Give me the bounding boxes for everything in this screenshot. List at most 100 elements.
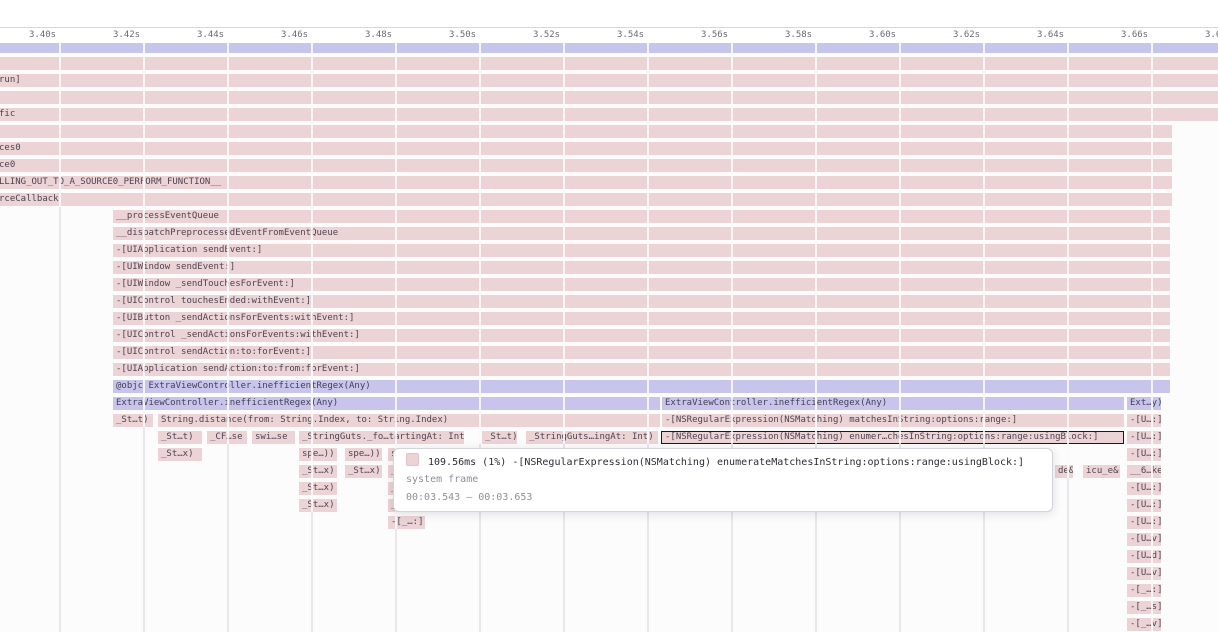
stack-frame[interactable]: __processEventQueue	[113, 210, 1170, 223]
time-tick-label: 3.42s	[113, 29, 139, 42]
stack-frame[interactable]: -[UIButton _sendActionsForEvents:withEve…	[113, 312, 1170, 325]
stack-frame[interactable]	[0, 43, 1218, 53]
stack-frame[interactable]: icu_e&)	[1083, 465, 1120, 478]
tooltip-title: 109.56ms (1%) -[NSRegularExpression(NSMa…	[406, 453, 1040, 471]
gridline-frame-gap	[59, 43, 61, 207]
stack-frame[interactable]: -[UIApplication sendEvent:]	[113, 244, 1170, 257]
flame-row: LLING_OUT_TO_A_SOURCE0_PERFORM_FUNCTION_…	[0, 176, 1218, 189]
stack-frame[interactable]: -[UIControl _sendActionsForEvents:withEv…	[113, 329, 1170, 342]
stack-frame[interactable]: spe…))	[299, 448, 337, 461]
stack-frame[interactable]: -[_…:]	[1127, 584, 1161, 597]
flame-row: -[UIControl _sendActionsForEvents:withEv…	[0, 329, 1218, 342]
stack-frame[interactable]: _St…t)	[113, 414, 153, 427]
stack-frame[interactable]: ce0	[0, 159, 1172, 172]
time-tick-label: 3.50s	[449, 29, 475, 42]
stack-frame[interactable]: -[U…v]	[1127, 567, 1161, 580]
flame-row: -[U…v]	[0, 567, 1218, 580]
gridline-frame-gap	[311, 43, 313, 512]
stack-frame[interactable]: -[U…:]	[1127, 499, 1161, 512]
time-tick-label: 3.58s	[785, 29, 811, 42]
gridline-frame-gap	[479, 43, 481, 444]
stack-frame[interactable]: -[U…:]	[1127, 516, 1161, 529]
tooltip-duration: 109.56ms (1%)	[428, 457, 506, 468]
stack-frame[interactable]: ExtraViewController.inefficientRegex(Any…	[113, 397, 660, 410]
flame-graph-area: run] fic ces0 ce0 LLING_OUT_TO_A_SOURCE0_PER…	[0, 43, 1218, 632]
stack-frame[interactable]: -[UIWindow _sendTouchesForEvent:]	[113, 278, 1170, 291]
time-tick-label: 3.54s	[617, 29, 643, 42]
flame-row: -[_…v]	[0, 618, 1218, 631]
flame-row: -[_…s]	[0, 601, 1218, 614]
gridline-frame-gap	[1151, 43, 1153, 632]
time-ruler[interactable]: 3.40s3.42s3.44s3.46s3.48s3.50s3.52s3.54s…	[0, 28, 1218, 43]
tooltip-symbol: -[NSRegularExpression(NSMatching) enumer…	[512, 457, 1024, 468]
gridline-frame-gap	[815, 43, 817, 444]
stack-frame[interactable]: __dispatchPreprocessedEventFromEventQueu…	[113, 227, 1170, 240]
stack-frame[interactable]: -[_…s]	[1127, 601, 1161, 614]
time-tick-label: 3.60s	[869, 29, 895, 42]
stack-frame[interactable]: __6…ke	[1127, 465, 1161, 478]
stack-frame[interactable]: _St…x)	[345, 465, 382, 478]
frame-color-swatch-icon	[406, 453, 419, 466]
stack-frame[interactable]: -[UIControl touchesEnded:withEvent:]	[113, 295, 1170, 308]
stack-frame[interactable]: LLING_OUT_TO_A_SOURCE0_PERFORM_FUNCTION_…	[0, 176, 1172, 189]
stack-frame[interactable]: swi…se	[252, 431, 295, 444]
stack-frame[interactable]: -[UIWindow sendEvent:]	[113, 261, 1170, 274]
stack-frame[interactable]: -[_…v]	[1127, 618, 1161, 631]
time-tick-label: 3.64s	[1037, 29, 1063, 42]
tooltip-time-range: 00:03.543 — 00:03.653	[406, 489, 1040, 507]
stack-frame[interactable]: -[U…:]	[1127, 431, 1161, 444]
stack-frame[interactable]: _St…t)	[482, 431, 517, 444]
stack-frame[interactable]: _St…t)	[158, 431, 202, 444]
time-tick-label: 3.68s	[1205, 29, 1218, 42]
stack-frame[interactable]: _StringGuts._fo…tartingAt: Int)	[299, 431, 464, 444]
stack-frame[interactable]: _St…x)	[299, 482, 337, 495]
flame-row: -[UIApplication sendAction:to:from:forEv…	[0, 363, 1218, 376]
stack-frame[interactable]: fic	[0, 108, 1218, 121]
flame-row: -[UIControl touchesEnded:withEvent:]	[0, 295, 1218, 308]
stack-frame[interactable]	[0, 57, 1218, 70]
gridline-frame-gap	[143, 43, 145, 427]
track-header-strip	[0, 0, 1218, 28]
stack-frame[interactable]: _St…x)	[299, 465, 337, 478]
flame-row: -[UIWindow sendEvent:]	[0, 261, 1218, 274]
stack-frame[interactable]: _St…x)	[299, 499, 337, 512]
gridline-frame-gap	[899, 43, 901, 444]
stack-frame[interactable]: ces0	[0, 142, 1172, 155]
stack-frame[interactable]	[0, 125, 1172, 138]
time-tick-label: 3.48s	[365, 29, 391, 42]
flame-row: rceCallback	[0, 193, 1218, 206]
stack-frame[interactable]: de&)	[1055, 465, 1073, 478]
flame-row: __dispatchPreprocessedEventFromEventQueu…	[0, 227, 1218, 240]
stack-frame[interactable]: -[_…:]	[388, 516, 425, 529]
instruments-flame-chart: 3.40s3.42s3.44s3.46s3.48s3.50s3.52s3.54s…	[0, 0, 1218, 632]
flame-row	[0, 125, 1218, 138]
flame-row	[0, 91, 1218, 104]
time-tick-label: 3.66s	[1121, 29, 1147, 42]
flame-row: -[UIWindow _sendTouchesForEvent:]	[0, 278, 1218, 291]
stack-frame[interactable]: -[U…:]	[1127, 414, 1161, 427]
stack-frame[interactable]: -[UIApplication sendAction:to:from:forEv…	[113, 363, 1170, 376]
flame-row: -[UIControl sendAction:to:forEvent:]	[0, 346, 1218, 359]
stack-frame[interactable]: @objc ExtraViewController.inefficientReg…	[113, 380, 1170, 393]
stack-frame[interactable]: run]	[0, 74, 1218, 87]
stack-frame[interactable]: -[U…:]	[1127, 448, 1161, 461]
stack-frame[interactable]: -[U…:]	[1127, 482, 1161, 495]
stack-frame[interactable]: rceCallback	[0, 193, 1172, 206]
stack-frame[interactable]: spe…))	[345, 448, 382, 461]
stack-frame[interactable]: String.distance(from: String.Index, to: …	[158, 414, 660, 427]
flame-row: -[_…:]	[0, 584, 1218, 597]
time-tick-label: 3.40s	[29, 29, 55, 42]
stack-frame[interactable]: -[UIControl sendAction:to:forEvent:]	[113, 346, 1170, 359]
gridline-frame-gap	[731, 43, 733, 444]
stack-frame[interactable]: -[U…d]	[1127, 550, 1161, 563]
flame-row: _St…t) String.distance(from: String.Index…	[0, 414, 1218, 427]
gridline-frame-gap	[647, 43, 649, 444]
stack-frame[interactable]	[0, 91, 1218, 104]
time-tick-label: 3.44s	[197, 29, 223, 42]
flame-row: _St…t)_CF…seswi…se_StringGuts._fo…tartin…	[0, 431, 1218, 444]
stack-frame[interactable]: _StringGuts…ingAt: Int)	[526, 431, 658, 444]
stack-frame[interactable]: Ext…y)	[1127, 397, 1161, 410]
stack-frame[interactable]: _St…x)	[158, 448, 202, 461]
flame-row: -[U…v]	[0, 533, 1218, 546]
stack-frame[interactable]: -[U…v]	[1127, 533, 1161, 546]
